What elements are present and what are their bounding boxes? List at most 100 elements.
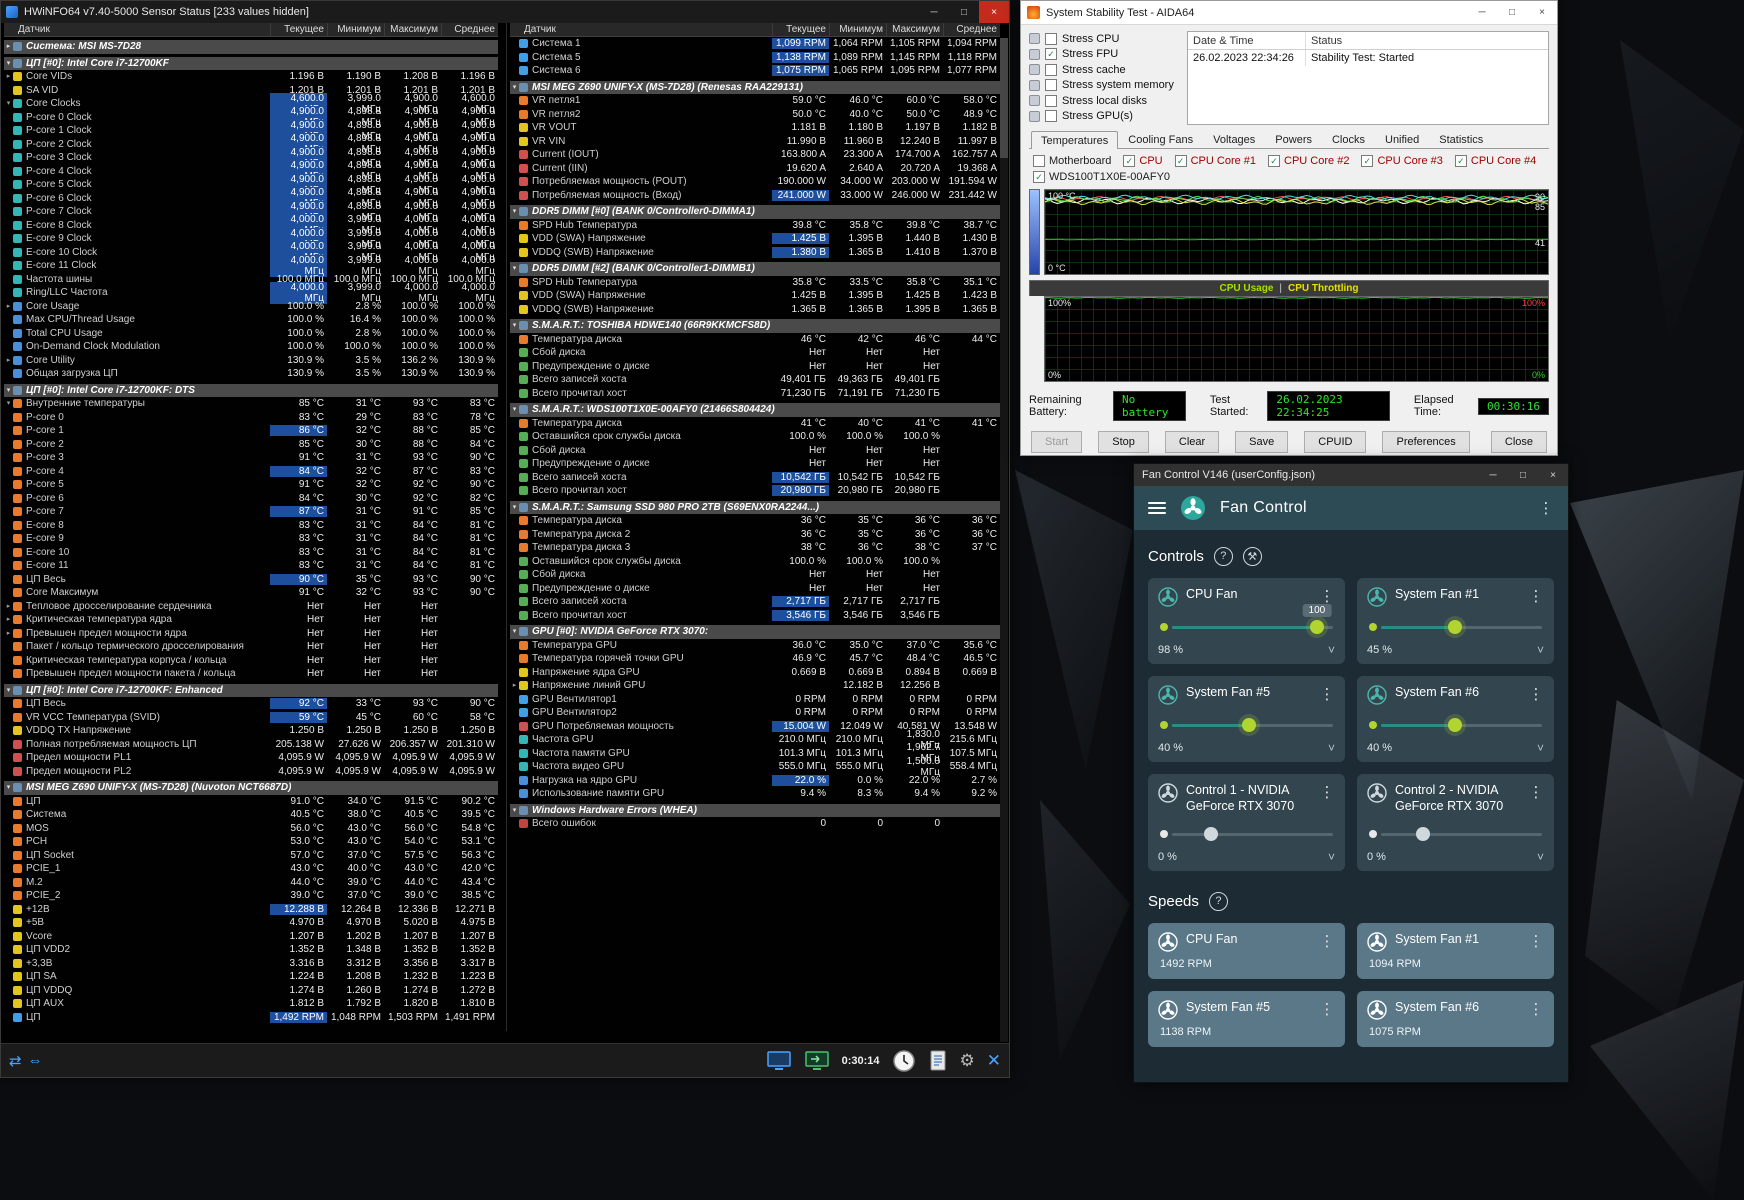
sensor-group-header[interactable]: ▾ MSI MEG Z690 UNIFY-X (MS-7D28) (Renesas… bbox=[510, 80, 1000, 94]
sensor-group-header[interactable]: ▾ ЦП [#0]: Intel Core i7-12700KF: Enhance… bbox=[4, 683, 498, 697]
sensor-row[interactable]: Температура горячей точки GPU 46.9 °C 45.7… bbox=[510, 652, 1000, 666]
tab-voltages[interactable]: Voltages bbox=[1203, 130, 1265, 148]
sensor-row[interactable]: +5B 4.970 B 4.970 B 5.020 B 4.975 B bbox=[4, 916, 498, 930]
sensor-row[interactable]: M.2 44.0 °C 39.0 °C 44.0 °C 43.4 °C bbox=[4, 876, 498, 890]
checkbox[interactable] bbox=[1033, 155, 1045, 167]
checkbox[interactable]: ✓ bbox=[1045, 48, 1057, 61]
legend-item[interactable]: ✓ CPU Core #3 bbox=[1361, 154, 1443, 168]
aida-titlebar[interactable]: System Stability Test - AIDA64 ─ □ × bbox=[1021, 1, 1557, 25]
scrollbar[interactable] bbox=[1000, 38, 1008, 1042]
kebab-menu-icon[interactable]: ⋮ bbox=[1319, 685, 1335, 703]
sensor-row[interactable]: Vcore 1.207 B 1.202 B 1.207 B 1.207 B bbox=[4, 930, 498, 944]
stress-option[interactable]: ✓ Stress FPU bbox=[1029, 47, 1179, 63]
sensor-row[interactable]: ▸ Критическая температура ядра Нет Нет Нет bbox=[4, 613, 498, 627]
sensor-row[interactable]: E-core 11 Clock 4,000.0 МГц 3,999.0 МГц 4,0… bbox=[4, 254, 498, 277]
sensor-row[interactable]: PCH 53.0 °C 43.0 °C 54.0 °C 53.1 °C bbox=[4, 835, 498, 849]
checkbox[interactable] bbox=[1045, 32, 1057, 45]
sensor-row[interactable]: ЦП Socket 57.0 °C 37.0 °C 57.5 °C 56.3 °C bbox=[4, 849, 498, 863]
scrollbar-thumb[interactable] bbox=[1000, 38, 1008, 158]
legend-item[interactable]: ✓ CPU Core #1 bbox=[1174, 154, 1256, 168]
hamburger-menu-icon[interactable] bbox=[1148, 502, 1166, 514]
sensor-row[interactable]: Температура диска 3 38 °C 36 °C 38 °C 37 °C bbox=[510, 541, 1000, 555]
sensor-row[interactable]: SPD Hub Температура 35.8 °C 33.5 °C 35.8 °C… bbox=[510, 276, 1000, 290]
checkbox[interactable]: ✓ bbox=[1033, 171, 1045, 183]
sensor-row[interactable]: MOS 56.0 °C 43.0 °C 56.0 °C 54.8 °C bbox=[4, 822, 498, 836]
start-button[interactable]: Start bbox=[1031, 431, 1083, 453]
legend-item[interactable]: ✓ CPU bbox=[1123, 154, 1163, 168]
kebab-menu-icon[interactable]: ⋮ bbox=[1538, 499, 1554, 517]
sensor-row[interactable]: ЦП SA 1.224 B 1.208 B 1.232 B 1.223 B bbox=[4, 970, 498, 984]
maximize-icon[interactable]: □ bbox=[949, 1, 979, 23]
chevron-down-icon[interactable]: ˅ bbox=[1537, 850, 1544, 864]
slider-track[interactable] bbox=[1172, 827, 1333, 842]
slider-thumb[interactable] bbox=[1242, 718, 1257, 732]
sensor-row[interactable]: VR VCC Температура (SVID) 59 °C 45 °C 60 °C… bbox=[4, 711, 498, 725]
sensor-row[interactable]: Предел мощности PL1 4,095.9 W 4,095.9 W 4,0… bbox=[4, 751, 498, 765]
sensor-row[interactable]: PCIE_2 39.0 °C 37.0 °C 39.0 °C 38.5 °C bbox=[4, 889, 498, 903]
sensor-row[interactable]: P-core 1 86 °C 32 °C 88 °C 85 °C bbox=[4, 424, 498, 438]
tab-unified[interactable]: Unified bbox=[1375, 130, 1429, 148]
slider-track[interactable] bbox=[1172, 718, 1333, 732]
sensor-row[interactable]: P-core 6 84 °C 30 °C 92 °C 82 °C bbox=[4, 492, 498, 506]
sensor-row[interactable]: ▸ Напряжение линий GPU 12.182 B 12.256 B bbox=[510, 679, 1000, 693]
sensor-row[interactable]: E-core 9 83 °C 31 °C 84 °C 81 °C bbox=[4, 532, 498, 546]
minimize-icon[interactable]: ─ bbox=[1467, 1, 1497, 24]
sensor-row[interactable]: Оставшийся срок службы диска 100.0 % 100.0… bbox=[510, 430, 1000, 444]
kebab-menu-icon[interactable]: ⋮ bbox=[1528, 783, 1544, 801]
slider-thumb[interactable] bbox=[1203, 827, 1218, 842]
sensor-row[interactable]: Система 1 1,099 RPM 1,064 RPM 1,105 RPM 1,09… bbox=[510, 37, 1000, 51]
kebab-menu-icon[interactable]: ⋮ bbox=[1528, 1000, 1544, 1018]
kebab-menu-icon[interactable]: ⋮ bbox=[1319, 1000, 1335, 1018]
sensor-row[interactable]: Предупреждение о диске Нет Нет Нет bbox=[510, 582, 1000, 596]
sensor-row[interactable]: Система 6 1,075 RPM 1,065 RPM 1,095 RPM 1,07… bbox=[510, 64, 1000, 78]
fan-speed-slider[interactable] bbox=[1160, 713, 1333, 737]
sensor-row[interactable]: P-core 7 87 °C 31 °C 91 °C 85 °C bbox=[4, 505, 498, 519]
fan-speed-slider[interactable] bbox=[1369, 615, 1542, 639]
swap-panes-icon[interactable]: ⇔ bbox=[28, 1052, 43, 1070]
close-button[interactable]: Close bbox=[1490, 431, 1547, 453]
sensor-row[interactable]: Всего записей хоста 10,542 ГБ 10,542 ГБ 10,… bbox=[510, 471, 1000, 485]
fan-speed-slider[interactable] bbox=[1369, 713, 1542, 737]
sensor-row[interactable]: Критическая температура корпуса / кольца… bbox=[4, 654, 498, 668]
kebab-menu-icon[interactable]: ⋮ bbox=[1319, 587, 1335, 605]
remote-monitor-icon[interactable] bbox=[804, 1050, 830, 1072]
stress-option[interactable]: Stress cache bbox=[1029, 62, 1179, 78]
sensor-row[interactable]: Пакет / кольцо термического дросселирова… bbox=[4, 640, 498, 654]
sensor-row[interactable]: VDD (SWA) Напряжение 1.425 B 1.395 B 1.440 … bbox=[510, 232, 1000, 246]
chevron-down-icon[interactable]: ˅ bbox=[1328, 850, 1335, 864]
sensor-group-header[interactable]: ▾ ЦП [#0]: Intel Core i7-12700KF bbox=[4, 56, 498, 70]
sensor-row[interactable]: Общая загрузка ЦП 130.9 % 3.5 % 130.9 % 130.… bbox=[4, 367, 498, 381]
sensor-row[interactable]: Current (IOUT) 163.800 A 23.300 A 174.700 A… bbox=[510, 148, 1000, 162]
chevron-down-icon[interactable]: ˅ bbox=[1328, 643, 1335, 657]
checkbox[interactable] bbox=[1045, 63, 1057, 76]
sensor-row[interactable]: Превышен предел мощности пакета / кольца… bbox=[4, 667, 498, 681]
sensor-row[interactable]: Core Максимум 91 °C 32 °C 93 °C 90 °C bbox=[4, 586, 498, 600]
sensor-row[interactable]: Сбой диска Нет Нет Нет bbox=[510, 444, 1000, 458]
temperature-scale-bar[interactable] bbox=[1029, 189, 1040, 275]
sensor-group-header[interactable]: ▾ MSI MEG Z690 UNIFY-X (MS-7D28) (Nuvoton… bbox=[4, 781, 498, 795]
chevron-down-icon[interactable]: ˅ bbox=[1328, 741, 1335, 755]
sensor-row[interactable]: Температура диска 36 °C 35 °C 36 °C 36 °C bbox=[510, 514, 1000, 528]
sensor-row[interactable]: Всего прочитал хост 71,230 ГБ 71,191 ГБ 71,… bbox=[510, 387, 1000, 401]
sensor-row[interactable]: Max CPU/Thread Usage 100.0 % 16.4 % 100.0 %… bbox=[4, 313, 498, 327]
sensor-group-header[interactable]: ▾ Windows Hardware Errors (WHEA) bbox=[510, 803, 1000, 817]
sensor-row[interactable]: VDDQ TX Напряжение 1.250 B 1.250 B 1.250 B 1… bbox=[4, 724, 498, 738]
legend-item[interactable]: Motherboard bbox=[1033, 154, 1111, 168]
sensor-row[interactable]: ▸ Тепловое дросселирование сердечника Нет Н… bbox=[4, 600, 498, 614]
close-icon[interactable]: × bbox=[1538, 464, 1568, 486]
sensor-row[interactable]: GPU Вентилятор2 0 RPM 0 RPM 0 RPM 0 RPM bbox=[510, 706, 1000, 720]
slider-track[interactable] bbox=[1381, 718, 1542, 732]
help-icon[interactable]: ? bbox=[1208, 891, 1228, 911]
sensor-row[interactable]: ЦП VDDQ 1.274 B 1.260 B 1.274 B 1.272 B bbox=[4, 984, 498, 998]
exit-icon[interactable]: ✕ bbox=[987, 1052, 1001, 1069]
checkbox[interactable]: ✓ bbox=[1268, 155, 1281, 167]
sensor-group-header[interactable]: ▾ S.M.A.R.T.: Samsung SSD 980 PRO 2TB (S6… bbox=[510, 500, 1000, 514]
sensor-row[interactable]: ЦП 1,492 RPM 1,048 RPM 1,503 RPM 1,491 RPM bbox=[4, 1011, 498, 1025]
stress-option[interactable]: Stress system memory bbox=[1029, 78, 1179, 94]
sensor-row[interactable]: Всего ошибок 0 0 0 bbox=[510, 817, 1000, 831]
kebab-menu-icon[interactable]: ⋮ bbox=[1319, 932, 1335, 950]
hwinfo-titlebar[interactable]: HWiNFO64 v7.40-5000 Sensor Status [233 v… bbox=[1, 1, 1009, 23]
sensor-row[interactable]: VDD (SWA) Напряжение 1.425 B 1.395 B 1.425 … bbox=[510, 289, 1000, 303]
sensor-row[interactable]: SPD Hub Температура 39.8 °C 35.8 °C 39.8 °C… bbox=[510, 219, 1000, 233]
sensor-row[interactable]: Система 40.5 °C 38.0 °C 40.5 °C 39.5 °C bbox=[4, 808, 498, 822]
